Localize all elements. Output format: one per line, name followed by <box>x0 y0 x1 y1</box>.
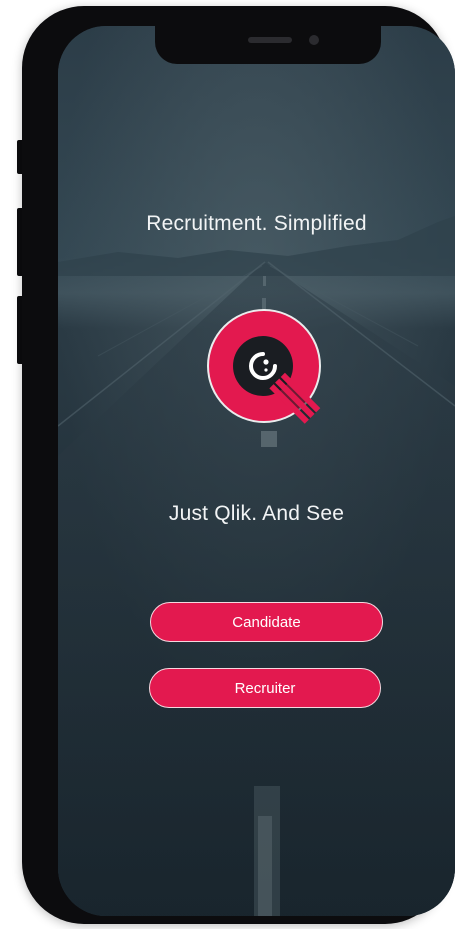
app-screen: Recruitment. Simplified Just Qlik. And S… <box>58 26 455 916</box>
qlik-logo-icon <box>207 309 321 424</box>
recruiter-button[interactable]: Recruiter <box>149 668 381 708</box>
speaker-grille <box>248 37 292 43</box>
page: Recruitment. Simplified Just Qlik. And S… <box>0 0 455 929</box>
device-notch <box>155 26 381 64</box>
slogan-text: Just Qlik. And See <box>168 502 345 525</box>
tagline-heading: Recruitment. Simplified <box>146 212 367 235</box>
road-background-image <box>58 26 455 916</box>
phone-frame: Recruitment. Simplified Just Qlik. And S… <box>22 6 455 924</box>
candidate-button[interactable]: Candidate <box>150 602 383 642</box>
front-camera <box>309 35 319 45</box>
